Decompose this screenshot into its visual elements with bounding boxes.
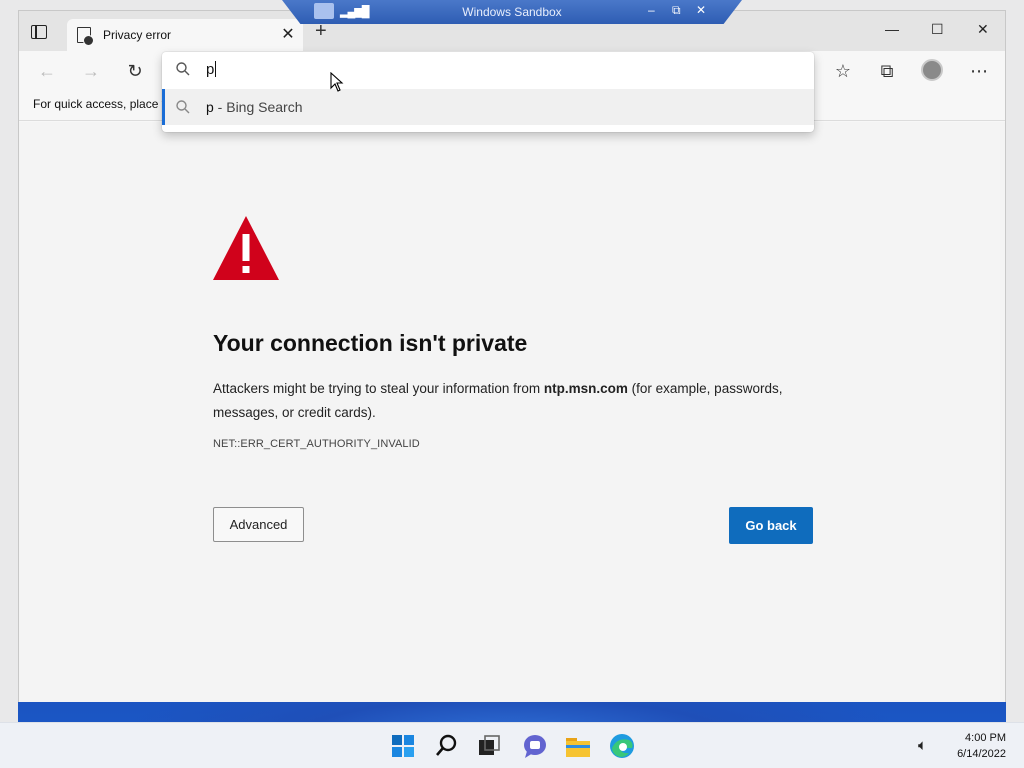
error-host: ntp.msn.com: [543, 381, 628, 396]
clock-date: 6/14/2022: [957, 748, 1006, 760]
tab-privacy-error[interactable]: Privacy error ✕: [67, 19, 303, 51]
profile-avatar-icon[interactable]: [921, 59, 943, 81]
mouse-cursor-icon: [330, 72, 344, 92]
search-icon[interactable]: [432, 731, 462, 761]
collections-icon[interactable]: ⧉: [875, 61, 899, 82]
sandbox-connection-bar: ▂▄▆█ Windows Sandbox – ⧉ ✕: [282, 0, 742, 24]
system-clock[interactable]: 4:00 PM 6/14/2022: [957, 730, 1006, 762]
text-caret: [215, 61, 217, 77]
favorites-bar-hint: For quick access, place y: [33, 97, 168, 111]
search-suggestion-item[interactable]: p - Bing Search: [162, 89, 814, 125]
desktop-background-strip: [0, 0, 18, 722]
clock-time: 4:00 PM: [965, 732, 1006, 744]
forward-arrow-icon[interactable]: →: [79, 61, 103, 82]
refresh-icon[interactable]: ↻: [123, 61, 147, 82]
suggestion-label: p - Bing Search: [206, 99, 303, 115]
suggestion-suffix: - Bing Search: [213, 99, 303, 115]
window-maximize-button[interactable]: ☐: [931, 21, 944, 38]
edge-icon[interactable]: [607, 731, 637, 761]
tab-title: Privacy error: [103, 28, 172, 42]
favorites-icon[interactable]: ☆: [831, 61, 855, 82]
advanced-button[interactable]: Advanced: [213, 507, 304, 542]
search-icon: [176, 62, 190, 76]
sandbox-restore-button[interactable]: ⧉: [672, 3, 681, 18]
sandbox-minimize-button[interactable]: –: [648, 3, 655, 17]
suggestion-query: p: [206, 99, 214, 115]
error-title: Your connection isn't private: [213, 330, 528, 356]
address-bar-dropdown: p p - Bing Search: [162, 52, 814, 132]
error-code[interactable]: NET::ERR_CERT_AUTHORITY_INVALID: [213, 438, 420, 450]
task-view-icon[interactable]: [474, 731, 504, 761]
address-bar-input[interactable]: p: [206, 61, 217, 78]
more-options-icon[interactable]: ⋯: [967, 61, 991, 82]
tab-close-icon[interactable]: ✕: [279, 24, 297, 44]
teams-chat-icon[interactable]: [520, 731, 550, 761]
warning-triangle-icon: [213, 216, 279, 280]
error-page-favicon-icon: [77, 27, 94, 46]
error-message: Attackers might be trying to steal your …: [213, 377, 813, 425]
tab-actions-menu-icon[interactable]: [31, 25, 47, 39]
error-message-text: Attackers might be trying to steal your …: [213, 381, 544, 396]
sandbox-close-button[interactable]: ✕: [696, 3, 706, 17]
back-arrow-icon[interactable]: ←: [35, 61, 59, 82]
error-page: Your connection isn't private Attackers …: [19, 122, 1005, 702]
volume-icon[interactable]: 🔈︎: [918, 737, 927, 754]
taskbar: 🔈︎ 4:00 PM 6/14/2022: [0, 722, 1024, 768]
window-close-button[interactable]: ✕: [977, 21, 989, 38]
search-icon: [176, 100, 190, 114]
windows-start-icon[interactable]: [388, 731, 418, 761]
address-bar-query: p: [206, 61, 215, 78]
file-explorer-icon[interactable]: [563, 731, 593, 761]
new-tab-button[interactable]: +: [315, 21, 327, 41]
desktop-background-strip: [1006, 0, 1024, 722]
window-minimize-button[interactable]: —: [885, 21, 899, 37]
go-back-button[interactable]: Go back: [729, 507, 813, 544]
